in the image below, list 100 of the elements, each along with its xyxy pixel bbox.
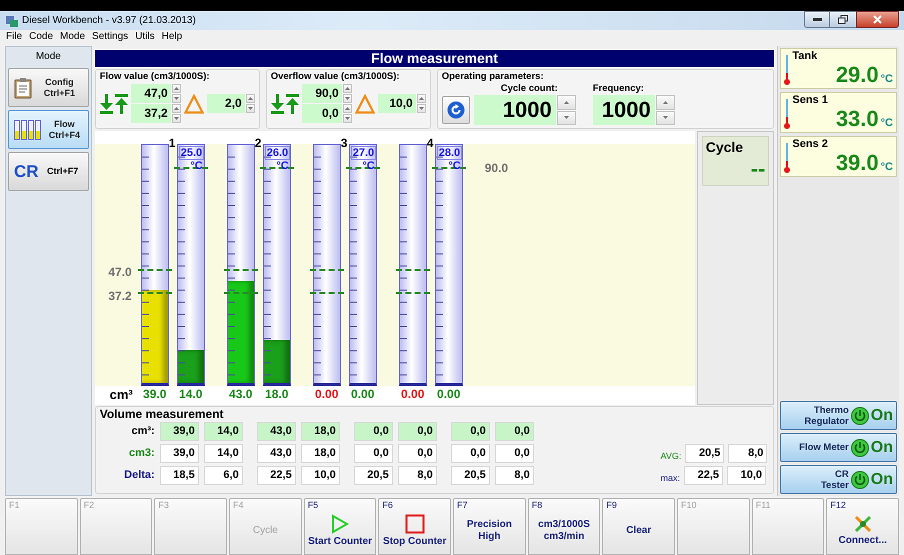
spin-down-button[interactable] [656, 110, 675, 125]
spin-up-button[interactable] [656, 95, 675, 110]
value-cell: 18,0 [300, 444, 340, 463]
panel-title: Volume measurement [100, 407, 225, 422]
up-caret-icon [344, 107, 350, 110]
value-field[interactable]: 37,2 [130, 104, 171, 123]
spin-down-button[interactable] [342, 114, 352, 123]
spin-up-button[interactable] [172, 104, 181, 113]
down-caret-icon [248, 107, 253, 110]
value-field[interactable]: 10,0 [378, 94, 416, 113]
close-button[interactable] [856, 11, 899, 28]
function-key[interactable]: F6 Stop Counter [378, 498, 452, 555]
thermometer-icon [784, 55, 790, 85]
group-title: Overflow value (cm3/1000S): [270, 71, 401, 83]
mode-button[interactable]: Flow Ctrl+F4 [8, 110, 89, 149]
menu-item[interactable]: Settings [92, 30, 128, 44]
row-label: Delta: [124, 468, 155, 484]
spin-down-button[interactable] [556, 110, 576, 125]
spin-down-button[interactable] [416, 104, 426, 113]
delta-icon [354, 94, 375, 114]
value-cell: 0,0 [354, 422, 393, 441]
maximize-button[interactable] [830, 11, 856, 28]
menu-item[interactable]: Code [29, 30, 54, 44]
tube-reading: 39.0 [143, 386, 166, 403]
value-cell: 39,0 [160, 422, 199, 441]
menu-item[interactable]: Utils [135, 30, 155, 44]
cycle-count-field[interactable]: 1000 [474, 95, 556, 125]
sidebar-title: Mode [34, 50, 62, 64]
value-cell: 0,0 [398, 444, 437, 463]
app-icon [5, 14, 19, 28]
value-field[interactable]: 47,0 [130, 84, 171, 103]
minimize-button[interactable] [804, 11, 830, 28]
temperature-unit: °C [190, 160, 203, 172]
tube-number: 1 [168, 136, 176, 150]
value-cell: 0,0 [450, 422, 490, 441]
toggle-button[interactable]: Thermo Regulator On [780, 401, 897, 430]
value-cell: 39,0 [160, 444, 199, 463]
tubes-icon [14, 120, 42, 140]
up-caret-icon [418, 97, 424, 100]
unit-label: °C [880, 117, 893, 130]
unit-label: °C [880, 161, 893, 174]
tube-number: 2 [254, 136, 262, 150]
value-field[interactable]: 0,0 [302, 104, 342, 123]
power-icon [850, 470, 869, 488]
row-label: cm3: [129, 446, 155, 462]
down-caret-icon [174, 97, 179, 100]
value-cell: 0,0 [450, 444, 490, 463]
spin-up-button[interactable] [172, 84, 181, 93]
menu-item[interactable]: Mode [60, 30, 86, 44]
spin-up-button[interactable] [416, 94, 426, 103]
spin-up-button[interactable] [246, 94, 255, 103]
stop-icon [404, 514, 425, 534]
tube-reading: 43.0 [229, 386, 252, 403]
spin-up-button[interactable] [342, 104, 352, 113]
frequency-field[interactable]: 1000 [592, 95, 655, 125]
function-key[interactable]: F12 Connect... [826, 498, 900, 555]
plug-icon [854, 514, 872, 532]
limit-label: 90.0 [484, 161, 508, 176]
spin-down-button[interactable] [172, 114, 181, 123]
up-caret-icon [174, 87, 179, 90]
value-field[interactable]: 90,0 [302, 84, 342, 103]
spin-up-button[interactable] [342, 84, 352, 93]
sensor-name: Sens 2 [792, 137, 829, 151]
cycle-label: Cycle [706, 138, 744, 157]
value-cell: 20,5 [450, 466, 490, 485]
spin-down-button[interactable] [342, 94, 352, 103]
temperature-unit: °C [276, 160, 289, 172]
up-caret-icon [174, 107, 179, 110]
mode-button[interactable]: CR Ctrl+F7 [8, 152, 89, 191]
up-caret-icon [662, 100, 668, 104]
toggle-button[interactable]: Flow Meter On [780, 433, 897, 462]
group-title: Flow value (cm3/1000S): [100, 71, 211, 83]
refresh-button[interactable] [442, 96, 470, 124]
function-key[interactable]: F9 Clear [602, 498, 676, 555]
mode-button[interactable]: Config Ctrl+F1 [8, 68, 89, 107]
value-cell: 0,0 [494, 444, 534, 463]
section-header: Flow measurement [94, 50, 774, 67]
function-key[interactable]: F7 Precision High [453, 498, 526, 555]
toggle-button[interactable]: CR Tester On [780, 465, 897, 494]
down-caret-icon [174, 117, 179, 120]
spin-down-button[interactable] [246, 104, 255, 113]
menu-item[interactable]: Help [162, 30, 182, 44]
spin-down-button[interactable] [172, 94, 181, 103]
temperature-unit: °C [362, 160, 375, 172]
tube-number: 4 [426, 136, 434, 150]
thermometer-icon [784, 99, 790, 129]
function-key[interactable]: F5 Start Counter [304, 498, 376, 555]
function-key[interactable]: F8 cm3/1000S cm3/min [528, 498, 600, 555]
temperature-reading: 26.0 [264, 146, 290, 160]
up-caret-icon [344, 87, 350, 90]
value-cell: 8,0 [494, 466, 534, 485]
tube-reading: 0.00 [437, 386, 460, 403]
value-cell: 0,0 [398, 422, 437, 441]
value-field[interactable]: 2,0 [206, 94, 245, 113]
menu-item[interactable]: File [6, 30, 22, 44]
limit-arrows-icon [270, 94, 299, 114]
tube-reading: 14.0 [179, 386, 202, 403]
temperature-reading: 28.0 [436, 146, 462, 160]
value-cell: 6,0 [204, 466, 243, 485]
spin-up-button[interactable] [556, 95, 576, 110]
